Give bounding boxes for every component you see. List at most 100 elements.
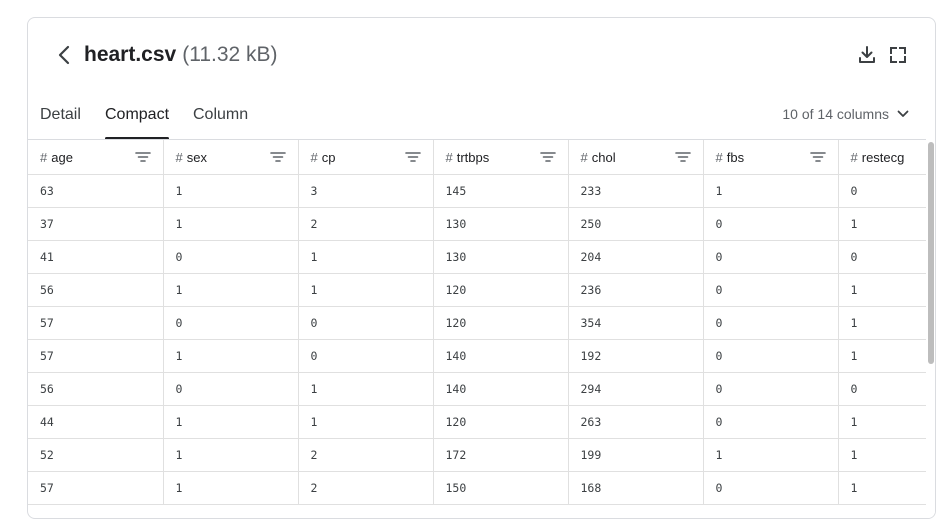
column-header[interactable]: # fbs [703,140,839,175]
table-cell[interactable]: 0 [703,405,839,439]
table-cell[interactable]: 0 [703,273,839,307]
table-cell[interactable]: 0 [703,306,839,340]
table-cell[interactable]: 1 [298,405,434,439]
data-table-container[interactable]: # age # sex # cp # trtbps # chol # fbs # restec… [28,139,926,518]
table-cell[interactable]: 1 [703,174,839,208]
tab-compact[interactable]: Compact [105,104,169,126]
table-cell[interactable]: 1 [163,174,299,208]
columns-selector[interactable]: 10 of 14 columns [782,106,909,122]
table-cell[interactable]: 37 [28,207,164,241]
table-cell[interactable]: 294 [568,372,704,406]
table-row: 57 1 2 150 168 0 1 [28,471,926,505]
table-cell[interactable]: 41 [28,240,164,274]
sort-icon[interactable] [674,151,691,163]
table-cell[interactable]: 2 [298,438,434,472]
table-cell[interactable]: 1 [298,240,434,274]
table-cell[interactable]: 0 [163,240,299,274]
fullscreen-button[interactable] [886,43,910,67]
table-cell[interactable]: 2 [298,207,434,241]
table-cell[interactable]: 1 [838,273,926,307]
table-cell[interactable]: 0 [703,339,839,373]
sort-icon[interactable] [269,151,286,163]
table-cell[interactable]: 2 [298,471,434,505]
table-cell[interactable]: 56 [28,273,164,307]
table-cell[interactable]: 57 [28,339,164,373]
column-header[interactable]: # age [28,140,164,175]
table-cell[interactable]: 140 [433,339,569,373]
table-cell[interactable]: 63 [28,174,164,208]
table-cell[interactable]: 130 [433,207,569,241]
table-row: 37 1 2 130 250 0 1 [28,207,926,241]
table-cell[interactable]: 1 [838,438,926,472]
table-cell[interactable]: 57 [28,306,164,340]
table-cell[interactable]: 120 [433,306,569,340]
table-cell[interactable]: 0 [703,372,839,406]
column-header[interactable]: # chol [568,140,704,175]
table-cell[interactable]: 1 [838,339,926,373]
tab-detail[interactable]: Detail [40,104,81,126]
table-row: 56 0 1 140 294 0 0 [28,372,926,406]
column-header[interactable]: # restecg [838,140,926,175]
table-cell[interactable]: 250 [568,207,704,241]
table-cell[interactable]: 1 [298,273,434,307]
table-cell[interactable]: 354 [568,306,704,340]
table-cell[interactable]: 120 [433,273,569,307]
chevron-down-icon [897,110,909,117]
table-cell[interactable]: 0 [838,240,926,274]
table-cell[interactable]: 1 [838,306,926,340]
table-cell[interactable]: 1 [703,438,839,472]
sort-icon[interactable] [809,151,826,163]
table-cell[interactable]: 172 [433,438,569,472]
table-cell[interactable]: 57 [28,471,164,505]
table-cell[interactable]: 233 [568,174,704,208]
column-header-label: sex [186,149,207,165]
download-icon [859,46,875,63]
table-cell[interactable]: 0 [703,207,839,241]
table-cell[interactable]: 204 [568,240,704,274]
table-cell[interactable]: 1 [163,339,299,373]
table-cell[interactable]: 0 [163,372,299,406]
table-cell[interactable]: 52 [28,438,164,472]
column-header[interactable]: # cp [298,140,434,175]
table-cell[interactable]: 3 [298,174,434,208]
table-cell[interactable]: 1 [163,438,299,472]
table-cell[interactable]: 0 [838,174,926,208]
table-cell[interactable]: 236 [568,273,704,307]
sort-icon[interactable] [404,151,421,163]
back-button[interactable] [53,42,75,68]
table-cell[interactable]: 1 [838,207,926,241]
tab-column[interactable]: Column [193,104,248,126]
table-cell[interactable]: 1 [838,471,926,505]
table-cell[interactable]: 0 [298,339,434,373]
table-cell[interactable]: 0 [298,306,434,340]
table-cell[interactable]: 130 [433,240,569,274]
table-cell[interactable]: 1 [298,372,434,406]
sort-icon[interactable] [134,151,151,163]
table-cell[interactable]: 120 [433,405,569,439]
table-cell[interactable]: 1 [163,405,299,439]
table-cell[interactable]: 145 [433,174,569,208]
table-cell[interactable]: 150 [433,471,569,505]
table-cell[interactable]: 0 [703,240,839,274]
table-cell[interactable]: 1 [163,207,299,241]
table-cell[interactable]: 56 [28,372,164,406]
table-cell[interactable]: 44 [28,405,164,439]
table-cell[interactable]: 199 [568,438,704,472]
column-header[interactable]: # trtbps [433,140,569,175]
download-button[interactable] [855,43,879,67]
table-cell[interactable]: 0 [163,306,299,340]
table-cell[interactable]: 140 [433,372,569,406]
table-row: 52 1 2 172 199 1 1 [28,438,926,472]
table-cell[interactable]: 263 [568,405,704,439]
columns-selector-label: 10 of 14 columns [782,106,889,122]
table-cell[interactable]: 0 [838,372,926,406]
table-cell[interactable]: 192 [568,339,704,373]
scrollbar-thumb[interactable] [928,142,934,364]
column-header[interactable]: # sex [163,140,299,175]
table-cell[interactable]: 1 [163,471,299,505]
table-cell[interactable]: 1 [838,405,926,439]
table-cell[interactable]: 168 [568,471,704,505]
table-cell[interactable]: 0 [703,471,839,505]
sort-icon[interactable] [539,151,556,163]
table-cell[interactable]: 1 [163,273,299,307]
